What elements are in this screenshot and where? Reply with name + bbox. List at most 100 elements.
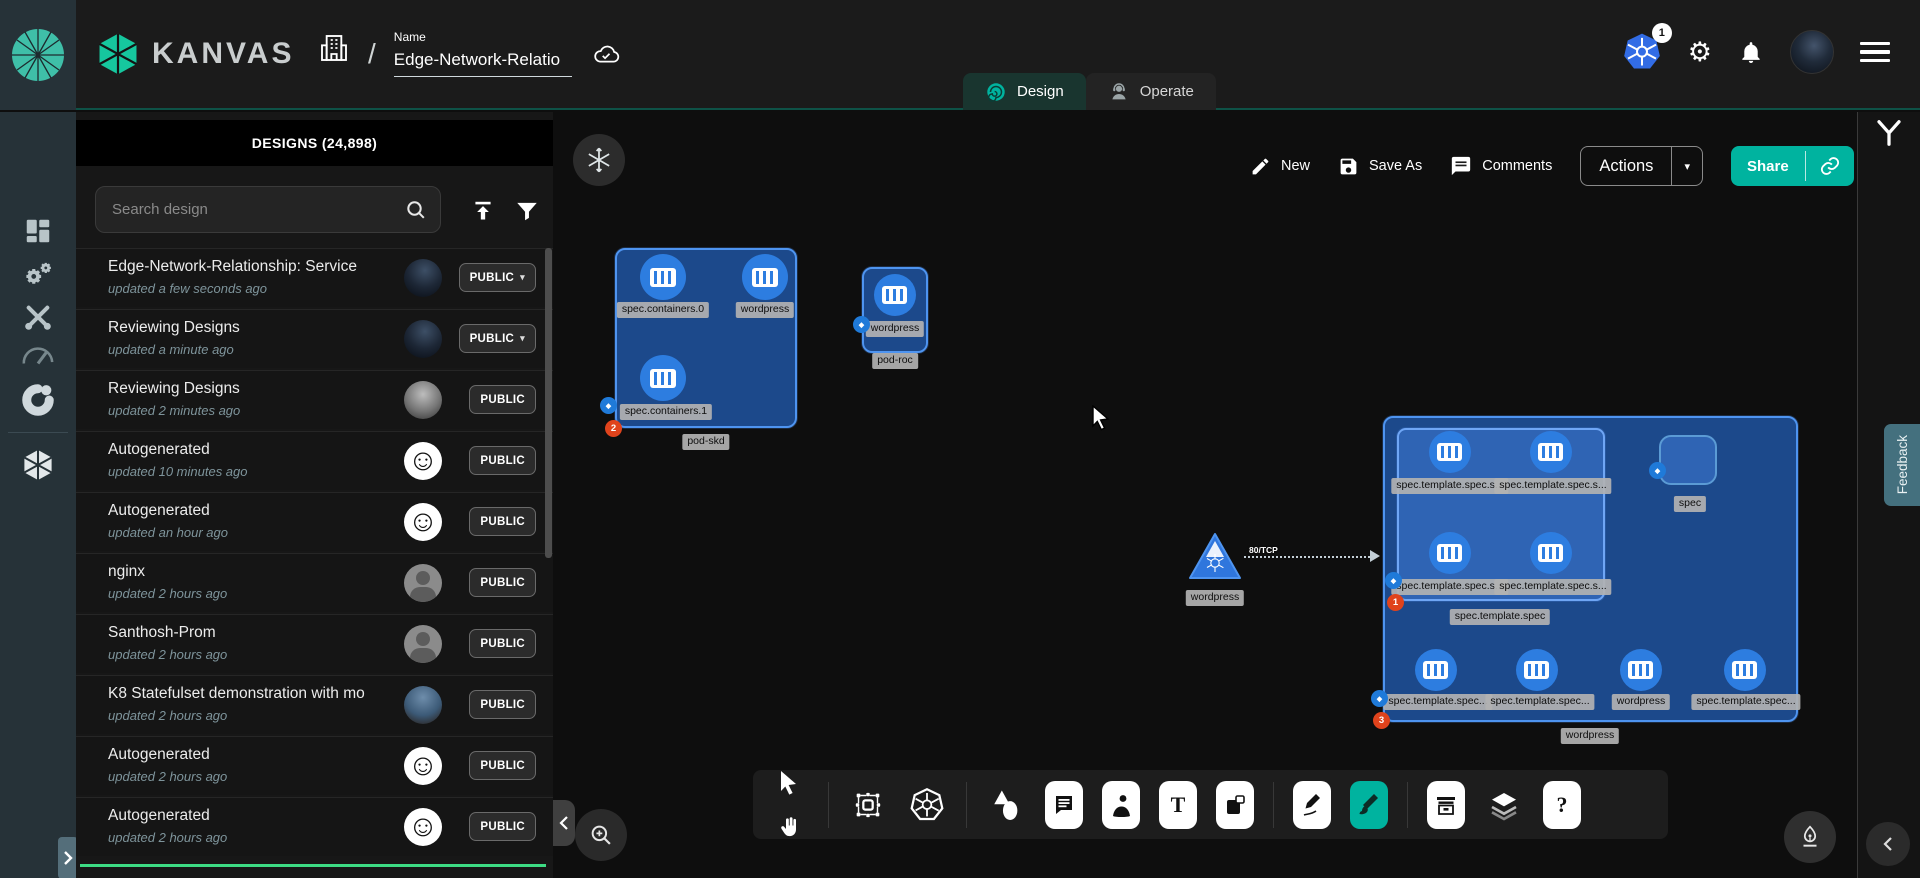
spec-node[interactable] xyxy=(1659,435,1717,485)
import-design-button[interactable] xyxy=(470,198,496,229)
collapse-right-rail-button[interactable] xyxy=(1866,822,1910,866)
layers-tool[interactable] xyxy=(1484,785,1524,825)
design-title: Santhosh-Prom xyxy=(108,624,388,642)
design-list-item[interactable]: Reviewing Designsupdated a minute agoPUB… xyxy=(76,309,553,368)
comments-button[interactable]: Comments xyxy=(1450,155,1552,177)
design-list-item[interactable]: Edge-Network-Relationship: Serviceupdate… xyxy=(76,248,553,307)
zoom-in-button[interactable] xyxy=(575,809,627,861)
sidebar-item-lifecycle[interactable] xyxy=(0,258,76,292)
design-list-item[interactable]: Autogeneratedupdated 2 hours ago☺PUBLIC xyxy=(76,797,553,856)
design-visibility-badge[interactable]: PUBLIC xyxy=(469,629,536,658)
design-list-item[interactable]: nginxupdated 2 hours agoPUBLIC xyxy=(76,553,553,612)
pen-nib-button[interactable] xyxy=(1784,811,1836,863)
new-button[interactable]: New xyxy=(1250,156,1310,177)
kubernetes-context-button[interactable]: 1 xyxy=(1622,32,1662,72)
copy-link-button[interactable] xyxy=(1806,146,1854,186)
panel-scrollbar[interactable] xyxy=(545,248,552,558)
design-list-item[interactable]: Autogeneratedupdated 2 hours ago☺PUBLIC xyxy=(76,736,553,795)
expand-sidebar-button[interactable] xyxy=(58,837,78,878)
collapse-panel-button[interactable] xyxy=(553,800,575,846)
hamburger-menu-icon[interactable] xyxy=(1860,42,1890,63)
error-count-badge[interactable]: 3 xyxy=(1373,712,1390,729)
share-button[interactable]: Share xyxy=(1731,146,1805,186)
design-visibility-badge[interactable]: PUBLIC xyxy=(469,812,536,841)
comment-lines-icon xyxy=(1052,793,1076,817)
tab-design[interactable]: Design xyxy=(963,73,1086,110)
sidebar-item-configuration[interactable] xyxy=(0,301,76,333)
search-input[interactable] xyxy=(112,201,404,218)
pan-hand-tool[interactable] xyxy=(769,807,809,847)
container-node[interactable] xyxy=(1429,431,1471,473)
pod-badge-icon[interactable]: ◆ xyxy=(600,397,617,414)
kubernetes-tool[interactable] xyxy=(907,785,947,825)
notifications-button[interactable] xyxy=(1738,38,1764,66)
actions-button[interactable]: Actions xyxy=(1581,147,1671,185)
design-list-item[interactable]: Autogeneratedupdated an hour ago☺PUBLIC xyxy=(76,492,553,551)
design-visibility-badge[interactable]: PUBLIC xyxy=(469,568,536,597)
pod-badge-icon[interactable]: ◆ xyxy=(1371,690,1388,707)
design-visibility-badge[interactable]: PUBLIC▾ xyxy=(459,263,536,292)
container-node[interactable] xyxy=(874,274,916,316)
header-right-actions: 1 ⚙ xyxy=(1622,30,1890,74)
user-avatar[interactable] xyxy=(1790,30,1834,74)
kanvas-brand[interactable]: KANVAS xyxy=(96,30,294,78)
design-visibility-badge[interactable]: PUBLIC xyxy=(469,751,536,780)
shapes-tool[interactable] xyxy=(986,785,1026,825)
sidebar-item-kanvas[interactable] xyxy=(0,447,76,483)
design-visibility-badge[interactable]: PUBLIC xyxy=(469,385,536,414)
container-node[interactable] xyxy=(1530,431,1572,473)
network-edge[interactable] xyxy=(1244,556,1374,558)
snowflake-button[interactable] xyxy=(573,134,625,186)
container-node[interactable] xyxy=(742,254,788,300)
pen-tool[interactable] xyxy=(1293,781,1331,829)
sidebar-item-meshery[interactable] xyxy=(0,382,76,418)
design-visibility-badge[interactable]: PUBLIC▾ xyxy=(459,324,536,353)
settings-button[interactable]: ⚙ xyxy=(1688,39,1712,66)
container-node[interactable] xyxy=(640,254,686,300)
pod-badge-icon[interactable]: ◆ xyxy=(1385,572,1402,589)
components-tool[interactable] xyxy=(848,785,888,825)
service-node[interactable] xyxy=(1186,531,1244,588)
container-node[interactable] xyxy=(1530,532,1572,574)
container-node[interactable] xyxy=(1516,649,1558,691)
layer5-logo[interactable] xyxy=(0,0,76,110)
design-list-item[interactable]: Autogeneratedupdated 10 minutes ago☺PUBL… xyxy=(76,431,553,490)
container-node[interactable] xyxy=(1620,649,1662,691)
design-visibility-badge[interactable]: PUBLIC xyxy=(469,690,536,719)
pod-badge-icon[interactable]: ◆ xyxy=(853,316,870,333)
pod-badge-icon[interactable]: ◆ xyxy=(1649,462,1666,479)
container-node[interactable] xyxy=(1429,532,1471,574)
container-node[interactable] xyxy=(1415,649,1457,691)
node-label: wordpress xyxy=(1612,694,1670,710)
sidebar-item-dashboard[interactable] xyxy=(0,216,76,246)
feedback-tab[interactable]: Feedback xyxy=(1884,424,1920,506)
drawer-tool[interactable] xyxy=(1427,781,1465,829)
frame-tool[interactable] xyxy=(1216,781,1254,829)
tab-operate[interactable]: Operate xyxy=(1086,73,1216,110)
node-label: wordpress xyxy=(1186,590,1244,606)
sidebar-item-performance[interactable] xyxy=(0,342,76,368)
actions-dropdown-button[interactable]: ▾ xyxy=(1672,147,1702,185)
error-count-badge[interactable]: 2 xyxy=(605,420,622,437)
error-count-badge[interactable]: 1 xyxy=(1387,594,1404,611)
save-as-button[interactable]: Save As xyxy=(1338,156,1422,177)
design-visibility-badge[interactable]: PUBLIC xyxy=(469,446,536,475)
help-tool[interactable]: ? xyxy=(1543,781,1581,829)
design-list-item[interactable]: K8 Statefulset demonstration with moupda… xyxy=(76,675,553,734)
design-name-input[interactable] xyxy=(394,48,572,77)
filter-designs-button[interactable] xyxy=(514,198,540,229)
organization-building-icon[interactable] xyxy=(318,30,350,66)
design-list-item[interactable]: Reviewing Designsupdated 2 minutes agoPU… xyxy=(76,370,553,429)
design-list-item[interactable]: Santhosh-Promupdated 2 hours agoPUBLIC xyxy=(76,614,553,673)
select-arrow-tool[interactable] xyxy=(769,763,809,803)
media-tool[interactable] xyxy=(1102,781,1140,829)
comment-tool[interactable] xyxy=(1045,781,1083,829)
version-merge-button[interactable] xyxy=(1874,118,1904,153)
design-visibility-badge[interactable]: PUBLIC xyxy=(469,507,536,536)
container-node[interactable] xyxy=(1724,649,1766,691)
text-tool[interactable]: T xyxy=(1159,781,1197,829)
share-split-button: Share xyxy=(1731,146,1854,186)
brush-tool-active[interactable] xyxy=(1350,781,1388,829)
search-icon[interactable] xyxy=(404,198,428,222)
container-node[interactable] xyxy=(640,355,686,401)
